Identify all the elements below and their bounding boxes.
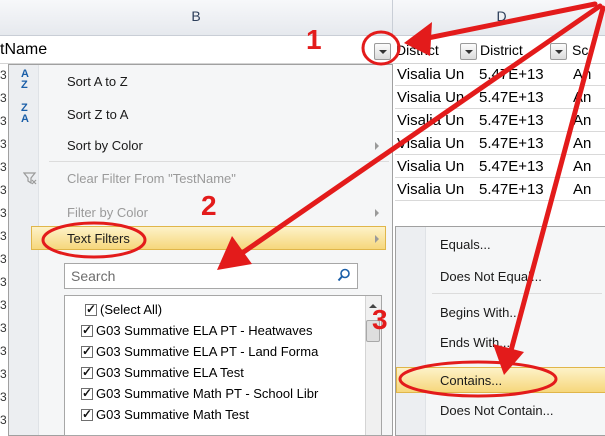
district-code-header-cell: District: [480, 42, 523, 58]
row-stub-cell[interactable]: 3: [0, 68, 8, 82]
column-letter-d: D: [496, 8, 507, 24]
search-placeholder: Search: [71, 268, 116, 284]
district-cell[interactable]: Visalia Un: [397, 158, 464, 175]
list-item-label: G03 Summative ELA Test: [96, 365, 244, 380]
school-header-cell: Sc: [572, 42, 589, 58]
row-stub-cell[interactable]: 3: [0, 275, 8, 289]
row-stub-cell[interactable]: 3: [0, 321, 8, 335]
list-item-label: G03 Summative Math PT - School Libr: [96, 386, 319, 401]
sort-a-to-z-item[interactable]: Sort A to Z: [67, 74, 128, 89]
district-code-cell[interactable]: 5.47E+13: [479, 89, 544, 106]
school-cell[interactable]: An: [573, 181, 591, 198]
district-code-filter-dropdown-button[interactable]: [550, 43, 567, 60]
testname-header-cell: tName: [0, 41, 48, 58]
does-not-contain-item[interactable]: Does Not Contain...: [440, 403, 553, 418]
row-stub-cell[interactable]: 3: [0, 114, 8, 128]
checkbox[interactable]: [81, 344, 93, 358]
filter-search-input[interactable]: Search: [64, 263, 358, 289]
text-filters-submenu: Equals... Does Not Equal... Begins With.…: [395, 226, 605, 436]
checkbox[interactable]: [81, 323, 93, 337]
list-item[interactable]: (Select All): [85, 302, 162, 317]
district-code-cell[interactable]: 5.47E+13: [479, 135, 544, 152]
row-stub-cell[interactable]: 3: [0, 160, 8, 174]
equals-item[interactable]: Equals...: [440, 237, 491, 252]
row-stub-cell[interactable]: 3: [0, 252, 8, 266]
checkbox[interactable]: [81, 386, 93, 400]
header-row: tName District District Sc: [0, 36, 605, 64]
list-item[interactable]: G03 Summative Math Test: [81, 407, 249, 422]
table-row: Visalia Un 5.47E+13 An: [395, 87, 605, 109]
district-header-cell: District: [396, 42, 439, 58]
sort-by-color-submenu-arrow-icon: [375, 142, 379, 150]
row-stub-cell[interactable]: 3: [0, 367, 8, 381]
testname-filter-dropdown-button[interactable]: [374, 43, 391, 60]
annotation-number-3: 3: [372, 304, 388, 335]
school-cell[interactable]: An: [573, 112, 591, 129]
row-stub-cell[interactable]: 3: [0, 298, 8, 312]
filter-values-list[interactable]: (Select All) G03 Summative ELA PT - Heat…: [64, 295, 382, 436]
sort-z-to-a-item[interactable]: Sort Z to A: [67, 107, 128, 122]
checkbox[interactable]: [81, 407, 93, 421]
annotation-number-2: 2: [201, 190, 217, 221]
row-stub-cell[interactable]: 3: [0, 413, 8, 427]
school-cell[interactable]: An: [573, 158, 591, 175]
district-cell[interactable]: Visalia Un: [397, 135, 464, 152]
district-cell[interactable]: Visalia Un: [397, 66, 464, 83]
checkbox[interactable]: [85, 302, 97, 316]
row-stub-cell[interactable]: 3: [0, 344, 8, 358]
list-item-label: G03 Summative Math Test: [96, 407, 249, 422]
text-filters-submenu-arrow-icon: [375, 235, 379, 243]
district-cell[interactable]: Visalia Un: [397, 89, 464, 106]
table-row: Visalia Un 5.47E+13 An: [395, 64, 605, 86]
school-cell[interactable]: An: [573, 66, 591, 83]
school-cell[interactable]: An: [573, 135, 591, 152]
district-cell[interactable]: Visalia Un: [397, 112, 464, 129]
submenu-icon-gutter: [396, 227, 426, 435]
begins-with-item[interactable]: Begins With...: [440, 305, 520, 320]
row-stub-cell[interactable]: 3: [0, 206, 8, 220]
list-item[interactable]: G03 Summative ELA Test: [81, 365, 244, 380]
list-item-label: G03 Summative ELA PT - Heatwaves: [96, 323, 313, 338]
district-code-cell[interactable]: 5.47E+13: [479, 181, 544, 198]
ends-with-item[interactable]: Ends With...: [440, 335, 510, 350]
district-code-cell[interactable]: 5.47E+13: [479, 158, 544, 175]
sort-az-icon: AZ: [21, 68, 29, 91]
contains-item[interactable]: Contains...: [440, 373, 502, 388]
annotation-number-1: 1: [306, 24, 322, 55]
filter-by-color-item[interactable]: Filter by Color: [67, 205, 148, 220]
column-header-b[interactable]: B: [0, 0, 393, 36]
row-stub-cell[interactable]: 3: [0, 390, 8, 404]
list-item-label: (Select All): [100, 302, 163, 317]
column-letter-b: B: [191, 8, 201, 24]
list-item[interactable]: G03 Summative ELA PT - Land Forma: [81, 344, 318, 359]
table-row: Visalia Un 5.47E+13 An: [395, 133, 605, 155]
row-stub-cell[interactable]: 3: [0, 229, 8, 243]
text-filters-item[interactable]: Text Filters: [67, 231, 130, 246]
district-code-cell[interactable]: 5.47E+13: [479, 66, 544, 83]
row-stub-cell[interactable]: 3: [0, 137, 8, 151]
column-header-d[interactable]: D: [393, 0, 605, 36]
sort-za-icon: ZA: [21, 102, 29, 125]
table-row: Visalia Un 5.47E+13 An: [395, 179, 605, 201]
checkbox[interactable]: [81, 365, 93, 379]
table-row: Visalia Un 5.47E+13 An: [395, 110, 605, 132]
district-code-cell[interactable]: 5.47E+13: [479, 112, 544, 129]
school-cell[interactable]: An: [573, 89, 591, 106]
sort-by-color-item[interactable]: Sort by Color: [67, 138, 143, 153]
clear-filter-item[interactable]: Clear Filter From "TestName": [67, 171, 236, 186]
list-item[interactable]: G03 Summative Math PT - School Libr: [81, 386, 318, 401]
menu-separator: [49, 161, 389, 162]
filter-by-color-submenu-arrow-icon: [375, 209, 379, 217]
district-cell[interactable]: Visalia Un: [397, 181, 464, 198]
list-item[interactable]: G03 Summative ELA PT - Heatwaves: [81, 323, 313, 338]
search-icon: [337, 268, 350, 282]
row-stub-cell[interactable]: 3: [0, 183, 8, 197]
does-not-equal-item[interactable]: Does Not Equal...: [440, 269, 542, 284]
district-filter-dropdown-button[interactable]: [460, 43, 477, 60]
table-row: Visalia Un 5.47E+13 An: [395, 156, 605, 178]
list-item-label: G03 Summative ELA PT - Land Forma: [96, 344, 319, 359]
clear-filter-icon: [23, 172, 37, 185]
submenu-separator: [432, 293, 602, 294]
row-stub-cell[interactable]: 3: [0, 91, 8, 105]
